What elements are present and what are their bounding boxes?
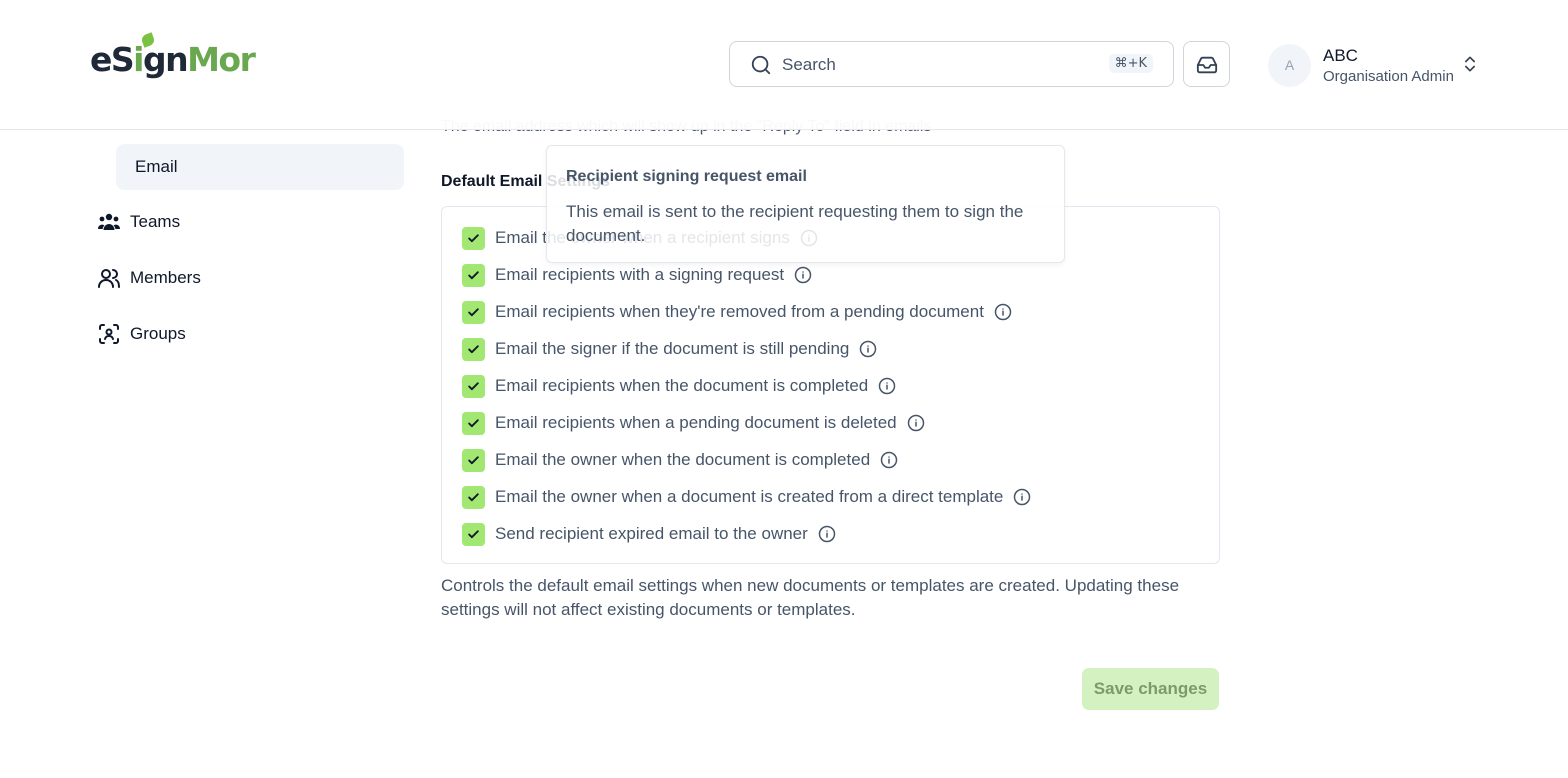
app-logo[interactable]: eSignMor	[90, 32, 256, 86]
checkbox-checked[interactable]	[462, 263, 485, 287]
user-name: ABC	[1323, 46, 1358, 65]
search-shortcut: ⌘+K	[1108, 54, 1153, 73]
group-scan-icon	[99, 324, 119, 344]
option-row: Email recipients with a signing request	[462, 263, 812, 287]
info-icon[interactable]	[859, 340, 877, 358]
checkbox-checked[interactable]	[462, 300, 485, 324]
sidebar-item-label: Email	[135, 157, 178, 176]
inbox-icon	[1196, 56, 1218, 74]
info-icon[interactable]	[907, 414, 925, 432]
check-icon	[468, 307, 479, 316]
sidebar-item-email[interactable]: Email	[116, 144, 404, 190]
users-icon	[98, 213, 120, 230]
checkbox-checked[interactable]	[462, 411, 485, 435]
option-label: Send recipient expired email to the owne…	[495, 524, 808, 543]
option-row: Email recipients when a pending document…	[462, 411, 925, 435]
option-label: Email the owner when a document is creat…	[495, 487, 1004, 506]
option-label: Email recipients when the document is co…	[495, 376, 869, 395]
check-icon	[468, 270, 479, 279]
option-label: Email recipients when a pending document…	[495, 413, 897, 432]
profile-switcher[interactable]: A ABC Organisation Admin	[1268, 42, 1488, 88]
info-icon[interactable]	[878, 377, 896, 395]
check-icon	[468, 418, 479, 427]
option-label: Email recipients when they're removed fr…	[495, 302, 984, 321]
option-label: Email the signer if the document is stil…	[495, 339, 850, 358]
avatar: A	[1268, 44, 1311, 87]
checkbox-checked[interactable]	[462, 374, 485, 398]
checkbox-checked[interactable]	[462, 337, 485, 361]
option-row: Email the signer if the document is stil…	[462, 337, 877, 361]
sidebar-item-groups[interactable]: Groups	[97, 311, 186, 357]
option-row: Send recipient expired email to the owne…	[462, 522, 836, 546]
check-icon	[468, 381, 479, 390]
info-icon[interactable]	[994, 303, 1012, 321]
check-icon	[468, 344, 479, 353]
option-label: Email the owner when the document is com…	[495, 450, 871, 469]
info-icon[interactable]	[794, 266, 812, 284]
checkbox-checked[interactable]	[462, 226, 485, 250]
sidebar-item-teams[interactable]: Teams	[97, 199, 180, 245]
checkbox-checked[interactable]	[462, 448, 485, 472]
search-box[interactable]: Search ⌘+K	[729, 41, 1174, 87]
info-icon[interactable]	[1013, 488, 1031, 506]
tooltip: Recipient signing request email This ema…	[546, 145, 1065, 263]
user-role: Organisation Admin	[1323, 68, 1454, 85]
save-changes-button[interactable]: Save changes	[1082, 668, 1219, 710]
checkbox-checked[interactable]	[462, 485, 485, 509]
chevrons-up-down-icon	[1465, 56, 1475, 72]
option-label: Email recipients with a signing request	[495, 265, 785, 284]
top-header: eSignMor Search ⌘+K A ABC Organisation A…	[0, 0, 1568, 130]
search-label: Search	[782, 55, 836, 74]
tooltip-body: This email is sent to the recipient requ…	[566, 202, 1024, 245]
option-row: Email recipients when the document is co…	[462, 374, 896, 398]
info-icon[interactable]	[818, 525, 836, 543]
check-icon	[468, 492, 479, 501]
sidebar-item-label: Members	[130, 268, 201, 287]
sidebar-item-label: Groups	[130, 324, 186, 343]
option-row: Email the owner when the document is com…	[462, 448, 898, 472]
sidebar-item-label: Teams	[130, 212, 181, 231]
option-row: Email the owner when a document is creat…	[462, 485, 1031, 509]
inbox-button[interactable]	[1183, 41, 1230, 87]
settings-footnote: Controls the default email settings when…	[441, 576, 1180, 619]
user-icon	[98, 269, 120, 288]
info-icon[interactable]	[880, 451, 898, 469]
logo-wordmark: eSignMor	[90, 40, 256, 79]
check-icon	[468, 455, 479, 464]
check-icon	[468, 233, 479, 242]
tooltip-title: Recipient signing request email	[566, 168, 807, 185]
checkbox-checked[interactable]	[462, 522, 485, 546]
option-row: Email recipients when they're removed fr…	[462, 300, 1012, 324]
sidebar-item-members[interactable]: Members	[97, 255, 201, 301]
check-icon	[468, 529, 479, 538]
search-icon	[751, 55, 771, 75]
